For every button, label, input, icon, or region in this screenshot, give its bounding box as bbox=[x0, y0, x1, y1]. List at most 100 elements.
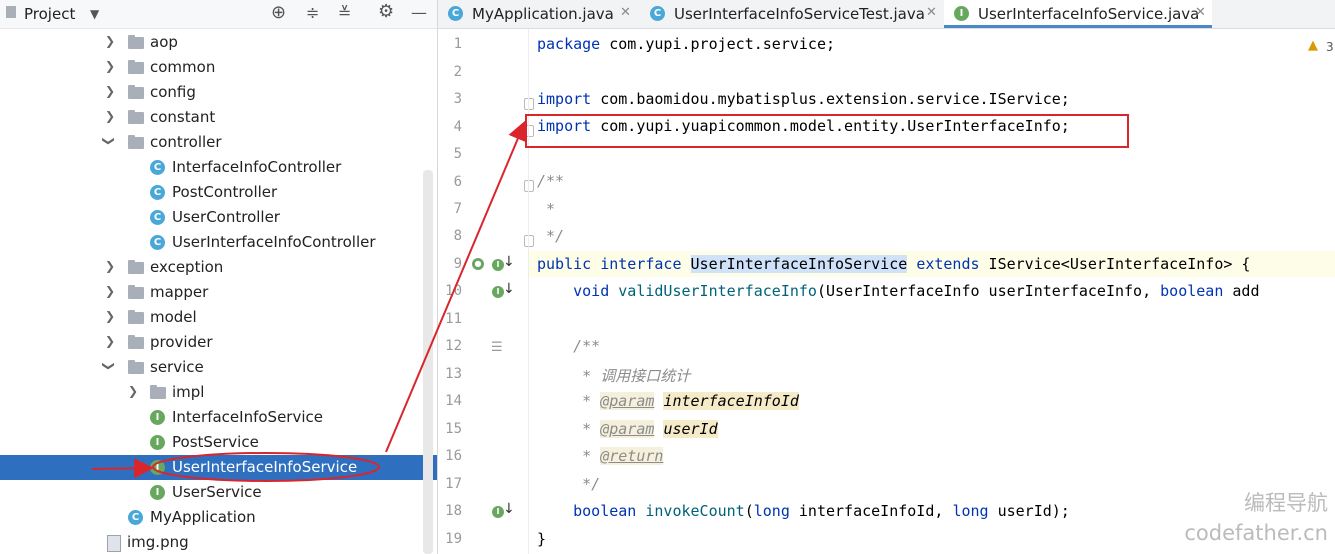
line-number: 13 bbox=[445, 366, 462, 382]
javadoc-tag: @return bbox=[600, 447, 664, 465]
minimize-icon[interactable]: — bbox=[411, 5, 427, 21]
folder-icon bbox=[128, 60, 144, 74]
tree-item-postservice[interactable]: I PostService bbox=[0, 430, 437, 455]
comment-text: * bbox=[573, 392, 601, 410]
tree-item-myapplication[interactable]: C MyApplication bbox=[0, 505, 437, 530]
line-number: 15 bbox=[445, 421, 462, 437]
line-number: 2 bbox=[453, 64, 462, 80]
chevron-right-icon[interactable]: ❯ bbox=[105, 334, 115, 348]
tree-item-label: UserService bbox=[172, 483, 262, 501]
line-number: 11 bbox=[445, 311, 462, 327]
chevron-down-icon[interactable]: ❯ bbox=[102, 361, 116, 371]
chevron-right-icon[interactable]: ❯ bbox=[105, 259, 115, 273]
line-number: 10 bbox=[445, 283, 462, 299]
code-line-10: void validUserInterfaceInfo(UserInterfac… bbox=[537, 282, 1259, 300]
doc-render-icon[interactable]: ☰ bbox=[491, 340, 503, 355]
tree-item-label: PostService bbox=[172, 433, 259, 451]
tree-item-impl[interactable]: ❯ impl bbox=[0, 380, 437, 405]
comment-text: * bbox=[573, 447, 601, 465]
javadoc-param: userId bbox=[663, 420, 718, 438]
tree-item-userinterfaceinfocontroller[interactable]: C UserInterfaceInfoController bbox=[0, 230, 437, 255]
chevron-down-icon[interactable]: ❯ bbox=[102, 136, 116, 146]
project-panel-title[interactable]: Project bbox=[24, 5, 75, 23]
arrow-down-icon[interactable]: ↓ bbox=[503, 281, 515, 297]
tree-item-interfaceinfocontroller[interactable]: C InterfaceInfoController bbox=[0, 155, 437, 180]
tab-myapplication[interactable]: C MyApplication.java ✕ bbox=[438, 0, 638, 28]
keyword: import bbox=[537, 90, 592, 108]
spring-bean-icon[interactable]: ● bbox=[472, 258, 484, 270]
line-number: 5 bbox=[453, 146, 462, 162]
chevron-right-icon[interactable]: ❯ bbox=[128, 384, 138, 398]
tree-item-constant[interactable]: ❯ constant bbox=[0, 105, 437, 130]
locate-icon[interactable]: ⊕ bbox=[271, 4, 286, 22]
line-number: 19 bbox=[445, 531, 462, 547]
code-editor[interactable]: package com.yupi.project.service; import… bbox=[528, 29, 1335, 554]
tree-item-mapper[interactable]: ❯ mapper bbox=[0, 280, 437, 305]
tree-item-userinterfaceinfoservice[interactable]: I UserInterfaceInfoService bbox=[0, 455, 437, 480]
tab-userinterfaceinfoservice[interactable]: I UserInterfaceInfoService.java ✕ bbox=[944, 0, 1212, 28]
interface-icon: I bbox=[150, 485, 165, 500]
close-icon[interactable]: ✕ bbox=[620, 5, 631, 20]
watermark: 编程导航 codefather.cn bbox=[1180, 488, 1328, 548]
comment-text: /** bbox=[573, 337, 601, 355]
tree-item-label: UserInterfaceInfoController bbox=[172, 233, 376, 251]
close-icon[interactable]: ✕ bbox=[1195, 5, 1206, 20]
tree-item-interfaceinfoservice[interactable]: I InterfaceInfoService bbox=[0, 405, 437, 430]
tree-item-config[interactable]: ❯ config bbox=[0, 80, 437, 105]
tree-item-provider[interactable]: ❯ provider bbox=[0, 330, 437, 355]
tree-item-img-png[interactable]: img.png bbox=[0, 530, 437, 554]
tree-item-label: exception bbox=[150, 258, 224, 276]
tree-item-label: service bbox=[150, 358, 204, 376]
chevron-right-icon[interactable]: ❯ bbox=[105, 309, 115, 323]
tree-item-exception[interactable]: ❯ exception bbox=[0, 255, 437, 280]
tree-item-label: common bbox=[150, 58, 216, 76]
chevron-right-icon[interactable]: ❯ bbox=[105, 34, 115, 48]
tree-item-label: aop bbox=[150, 33, 178, 51]
tree-item-usercontroller[interactable]: C UserController bbox=[0, 205, 437, 230]
code-text: (UserInterfaceInfo userInterfaceInfo, bbox=[816, 282, 1161, 300]
tree-item-label: controller bbox=[150, 133, 222, 151]
collapse-all-icon[interactable]: ≚ bbox=[338, 5, 351, 21]
tree-item-aop[interactable]: ❯ aop bbox=[0, 30, 437, 55]
folder-icon bbox=[128, 335, 144, 349]
line-number: 7 bbox=[453, 201, 462, 217]
tree-item-common[interactable]: ❯ common bbox=[0, 55, 437, 80]
chevron-right-icon[interactable]: ❯ bbox=[105, 59, 115, 73]
interface-icon: I bbox=[150, 435, 165, 450]
code-line-9: public interface UserInterfaceInfoServic… bbox=[537, 255, 1250, 273]
keyword: package bbox=[537, 35, 601, 53]
arrow-down-icon[interactable]: ↓ bbox=[503, 501, 515, 517]
line-number: 14 bbox=[445, 393, 462, 409]
gear-icon[interactable]: ⚙ bbox=[378, 3, 394, 21]
interface-icon: I bbox=[954, 6, 969, 21]
tree-item-controller[interactable]: ❯ controller bbox=[0, 130, 437, 155]
class-icon: C bbox=[150, 185, 165, 200]
code-text: com.baomidou.mybatisplus.extension.servi… bbox=[591, 90, 1070, 108]
chevron-down-icon[interactable]: ▼ bbox=[90, 6, 99, 22]
close-icon[interactable]: ✕ bbox=[926, 5, 937, 20]
project-scrollbar[interactable] bbox=[423, 170, 433, 554]
chevron-right-icon[interactable]: ❯ bbox=[105, 109, 115, 123]
expand-all-icon[interactable]: ≑ bbox=[306, 5, 319, 21]
warning-count[interactable]: 3 bbox=[1326, 40, 1334, 54]
code-text: ( bbox=[744, 502, 754, 520]
tree-item-userservice[interactable]: I UserService bbox=[0, 480, 437, 505]
watermark-title: 编程导航 bbox=[1244, 491, 1328, 515]
chevron-right-icon[interactable]: ❯ bbox=[105, 84, 115, 98]
comment-text: */ bbox=[573, 475, 601, 493]
method-name: validUserInterfaceInfo bbox=[618, 282, 817, 300]
chevron-right-icon[interactable]: ❯ bbox=[105, 284, 115, 298]
editor-tab-bar: C MyApplication.java ✕ C UserInterfaceIn… bbox=[438, 0, 1335, 29]
code-text: userId); bbox=[988, 502, 1070, 520]
tree-item-model[interactable]: ❯ model bbox=[0, 305, 437, 330]
folder-icon bbox=[128, 135, 144, 149]
arrow-down-icon[interactable]: ↓ bbox=[503, 254, 515, 270]
tab-userinterfaceinfoservicetest[interactable]: C UserInterfaceInfoServiceTest.java ✕ bbox=[640, 0, 942, 28]
code-line-1: package com.yupi.project.service; bbox=[537, 35, 835, 53]
code-line-19: } bbox=[537, 530, 547, 548]
tree-item-service[interactable]: ❯ service bbox=[0, 355, 437, 380]
interface-name-highlight: UserInterfaceInfoService bbox=[690, 255, 908, 273]
warning-icon[interactable]: ▲ bbox=[1308, 38, 1318, 53]
keyword: boolean bbox=[1160, 282, 1224, 300]
tree-item-postcontroller[interactable]: C PostController bbox=[0, 180, 437, 205]
